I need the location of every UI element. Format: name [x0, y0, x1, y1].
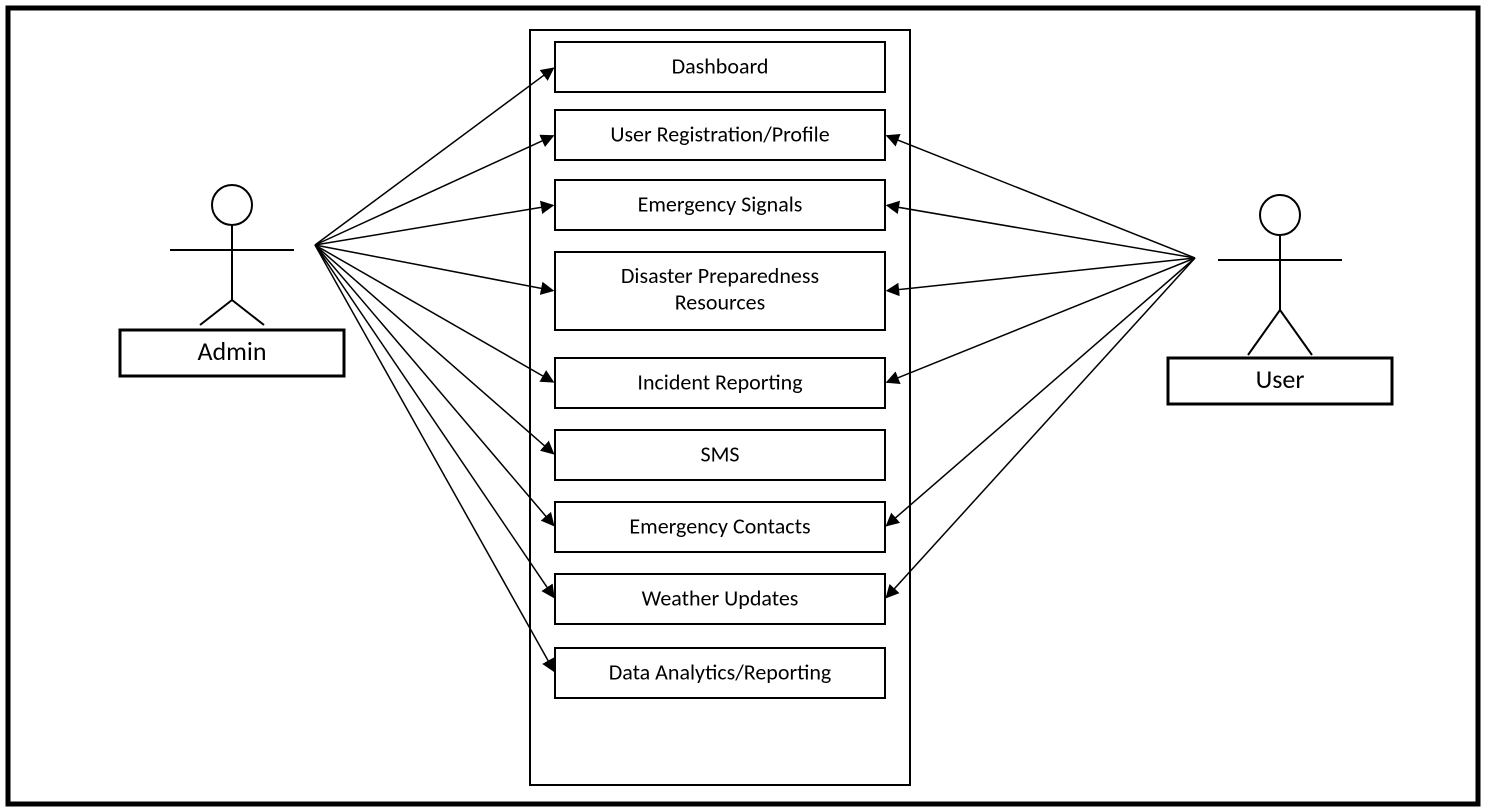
usecase-emergency-contacts: Emergency Contacts	[555, 502, 885, 552]
usecase-weather-updates: Weather Updates	[555, 574, 885, 624]
association-arrow	[315, 245, 554, 525]
usecase-data-analytics: Data Analytics/Reporting	[555, 648, 885, 698]
association-arrow	[887, 205, 1195, 258]
actor-head-icon	[1260, 195, 1300, 235]
association-arrow	[887, 258, 1195, 291]
association-arrow	[315, 245, 553, 291]
actor-head-icon	[212, 185, 252, 225]
actor-admin: Admin	[120, 185, 344, 376]
actor-leg	[200, 300, 232, 325]
usecase-emergency-signals: Emergency Signals	[555, 180, 885, 230]
actor-leg	[232, 300, 264, 325]
association-arrow	[887, 258, 1195, 526]
usecase-label: Resources	[675, 288, 765, 315]
association-arrow	[315, 136, 553, 245]
association-arrow	[315, 245, 553, 382]
usecase-dashboard: Dashboard	[555, 42, 885, 92]
usecase-disaster-preparedness: Disaster PreparednessResources	[555, 252, 885, 330]
use-case-diagram: Dashboard User Registration/Profile Emerge…	[0, 0, 1486, 812]
association-arrow	[315, 245, 554, 671]
association-arrow	[886, 258, 1195, 598]
association-arrow	[887, 258, 1195, 382]
association-arrow	[315, 245, 553, 454]
association-arrow	[887, 136, 1195, 258]
association-arrow	[315, 205, 553, 245]
usecase-label: Disaster Preparedness	[621, 262, 819, 289]
usecase-label: Emergency Signals	[638, 190, 803, 217]
actor-leg	[1280, 310, 1312, 355]
usecase-label: Weather Updates	[642, 584, 799, 611]
usecase-label: User Registration/Profile	[610, 120, 829, 147]
usecase-user-registration: User Registration/Profile	[555, 110, 885, 160]
usecase-label: SMS	[700, 440, 739, 467]
usecase-incident-reporting: Incident Reporting	[555, 358, 885, 408]
actor-user: User	[1168, 195, 1392, 404]
association-arrow	[315, 245, 554, 597]
usecase-label: Emergency Contacts	[629, 512, 810, 539]
usecase-label: Data Analytics/Reporting	[609, 658, 832, 685]
actor-label: User	[1256, 363, 1305, 395]
actor-label: Admin	[197, 335, 266, 367]
usecase-label: Incident Reporting	[637, 368, 802, 395]
actor-leg	[1248, 310, 1280, 355]
usecase-label: Dashboard	[672, 52, 769, 79]
association-arrow	[315, 68, 553, 245]
usecase-sms: SMS	[555, 430, 885, 480]
